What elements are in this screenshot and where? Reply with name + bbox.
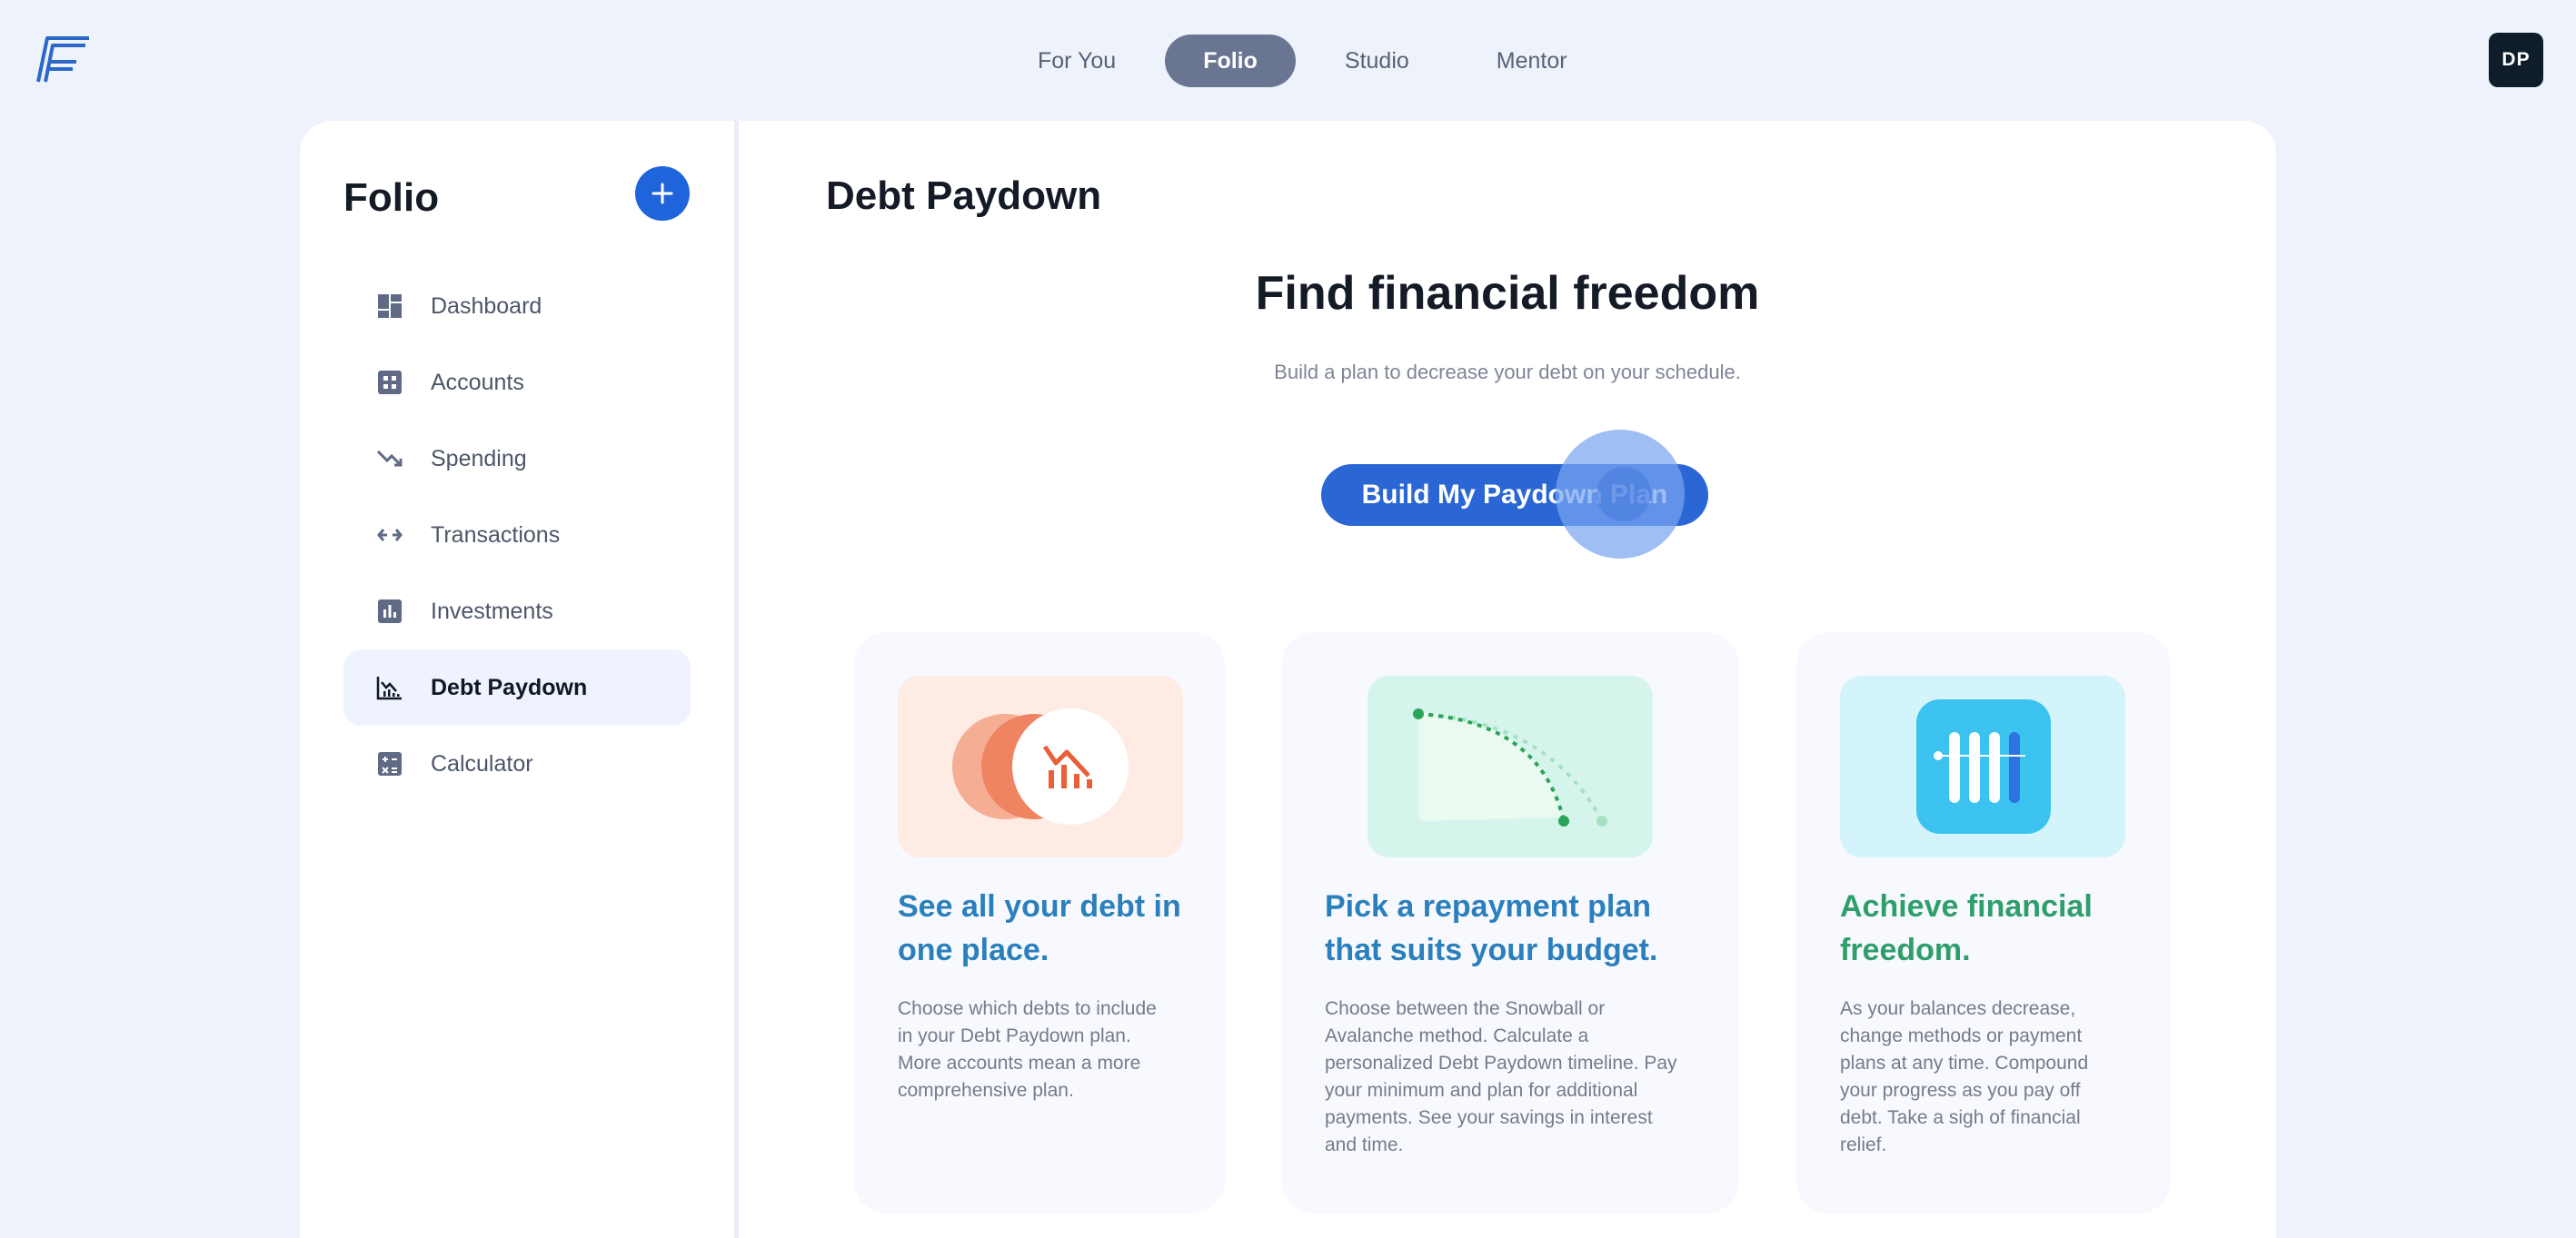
add-button[interactable]: [635, 166, 690, 221]
feature-card-repayment-plan: Pick a repayment plan that suits your bu…: [1281, 632, 1739, 1213]
sidebar-item-spending[interactable]: Spending: [343, 421, 691, 497]
tab-for-you[interactable]: For You: [1000, 35, 1154, 87]
arrows-horizontal-icon: [376, 521, 403, 549]
app-logo-icon[interactable]: [31, 31, 94, 87]
main-nav: For You Folio Studio Mentor: [1000, 35, 1606, 87]
sidebar-item-label: Calculator: [431, 750, 533, 777]
sidebar-item-label: Debt Paydown: [431, 674, 588, 700]
card-body: Choose which debts to include in your De…: [898, 998, 1157, 1101]
sidebar-item-label: Dashboard: [431, 292, 542, 319]
main-panel: Debt Paydown Find financial freedom Buil…: [739, 121, 2276, 1238]
card-heading: Achieve financial freedom.: [1840, 889, 2093, 967]
sidebar-item-label: Investments: [431, 598, 553, 624]
feature-card-financial-freedom: Achieve financial freedom. As your balan…: [1796, 632, 2171, 1213]
sidebar: Folio Dashboard Accounts Spending Transa…: [300, 121, 734, 1238]
hero-subtitle: Build a plan to decrease your debt on yo…: [1274, 361, 1741, 383]
sidebar-title: Folio: [343, 175, 440, 220]
tab-folio[interactable]: Folio: [1165, 35, 1296, 87]
sidebar-item-debt-paydown[interactable]: Debt Paydown: [343, 649, 691, 726]
tab-mentor[interactable]: Mentor: [1458, 35, 1606, 87]
repayment-curve-illustration-icon: [1368, 676, 1653, 857]
card-heading: See all your debt in one place.: [898, 889, 1181, 967]
card-body: Choose between the Snowball or Avalanche…: [1325, 998, 1677, 1155]
click-ripple-core: [1596, 467, 1651, 521]
sidebar-item-accounts[interactable]: Accounts: [343, 344, 691, 421]
dashboard-icon: [376, 292, 403, 320]
top-bar: For You Folio Studio Mentor DP: [0, 0, 2576, 120]
card-heading: Pick a repayment plan that suits your bu…: [1325, 889, 1658, 967]
page-title: Debt Paydown: [826, 173, 1102, 218]
sidebar-item-label: Transactions: [431, 521, 561, 548]
sidebar-item-dashboard[interactable]: Dashboard: [343, 268, 691, 344]
plus-icon: [651, 183, 673, 204]
sidebar-item-label: Spending: [431, 445, 527, 471]
debt-chart-icon: [376, 674, 403, 701]
debt-overview-illustration-icon: [898, 676, 1183, 857]
sidebar-item-label: Accounts: [431, 369, 524, 395]
calculator-icon: [376, 750, 403, 777]
sidebar-nav: Dashboard Accounts Spending Transactions…: [343, 268, 691, 802]
feature-card-debt-overview: See all your debt in one place. Choose w…: [854, 632, 1225, 1213]
trend-down-icon: [376, 445, 403, 472]
sidebar-item-calculator[interactable]: Calculator: [343, 726, 691, 802]
freedom-bars-illustration-icon: [1840, 676, 2125, 857]
tab-studio[interactable]: Studio: [1307, 35, 1447, 87]
sidebar-item-transactions[interactable]: Transactions: [343, 497, 691, 573]
sidebar-item-investments[interactable]: Investments: [343, 573, 691, 649]
card-body: As your balances decrease, change method…: [1840, 998, 2089, 1155]
bar-chart-icon: [376, 598, 403, 625]
user-avatar[interactable]: DP: [2489, 33, 2543, 87]
accounts-icon: [376, 369, 403, 396]
hero-title: Find financial freedom: [1255, 267, 1760, 320]
